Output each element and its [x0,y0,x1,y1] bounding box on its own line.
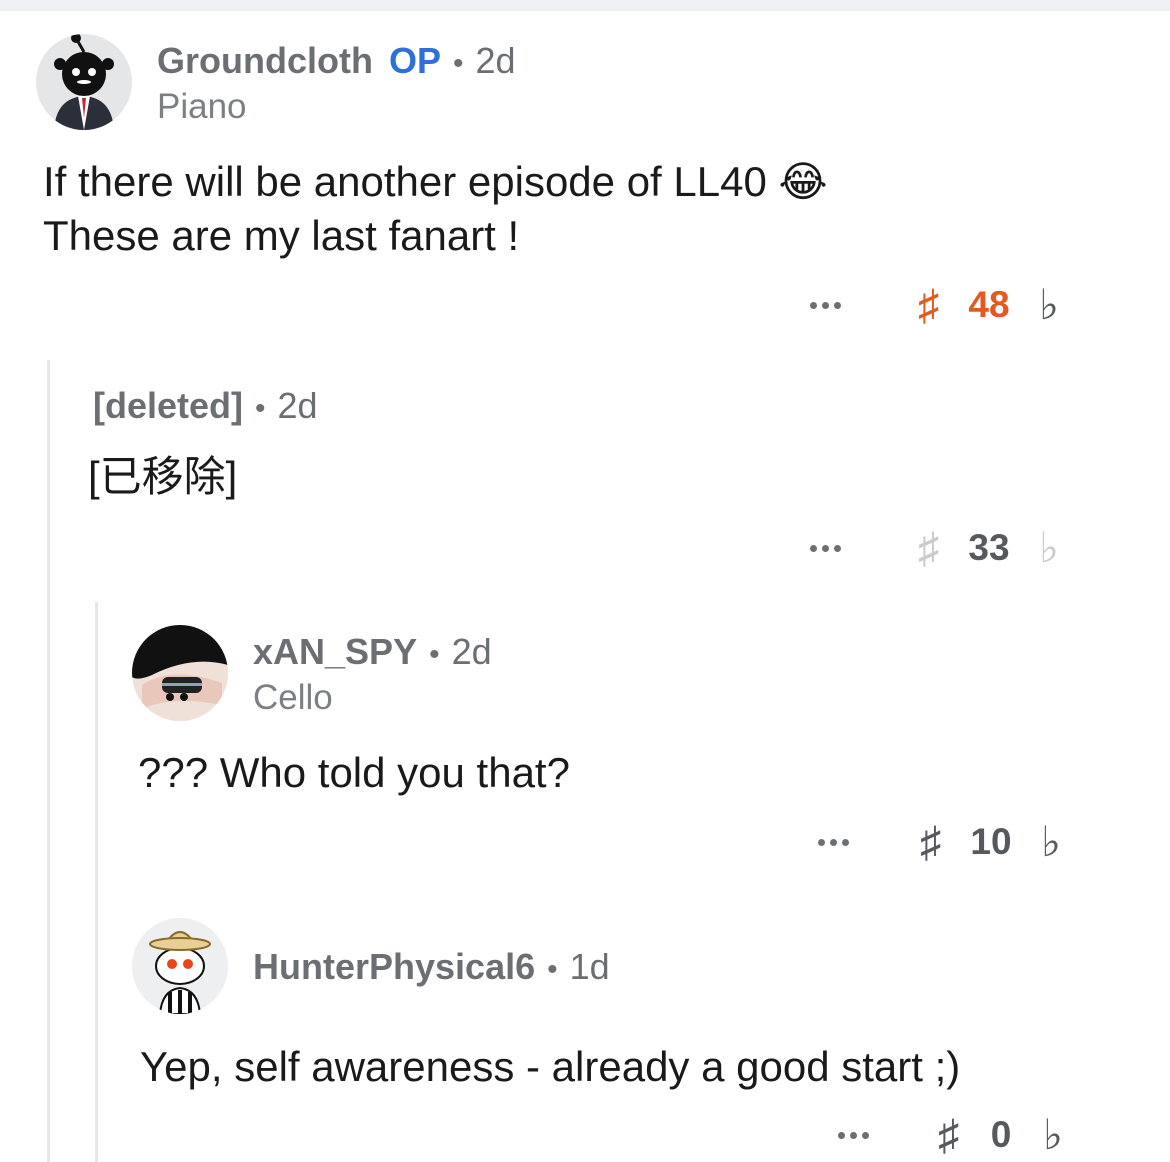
username[interactable]: HunterPhysical6 [253,946,535,988]
timestamp: 2d [451,631,492,672]
avatar[interactable] [132,918,228,1014]
timestamp: 1d [569,946,610,987]
timestamp: 2d [277,385,318,426]
top-divider [0,0,1170,11]
comment-body-line-1: If there will be another episode of LL40… [43,158,828,205]
comment-body: ??? Who told you that? [138,749,570,796]
snoo-hat-avatar-icon [149,931,211,1014]
separator-dot: • [452,47,464,80]
username[interactable]: xAN_SPY [253,631,417,673]
username[interactable]: Groundcloth [157,40,373,82]
downvote-icon[interactable]: ♭ [1043,1110,1063,1160]
vote-score: 10 [970,821,1012,862]
separator-dot: • [255,392,266,425]
comment-actions: ♯ 10 ♭ [818,817,1061,867]
upvote-icon[interactable]: ♯ [918,280,939,330]
comment-meta: [deleted] • 2d [93,385,318,427]
thread-line-level-1[interactable] [47,360,50,1162]
more-options-icon[interactable] [838,1131,898,1139]
comment-actions: ♯ 0 ♭ [838,1110,1063,1160]
snoo-avatar-icon [54,34,114,130]
downvote-icon[interactable]: ♭ [1039,280,1059,330]
more-options-icon[interactable] [810,544,870,552]
more-options-icon[interactable] [810,301,870,309]
comment-body-line-2: These are my last fanart ! [43,212,520,259]
downvote-icon[interactable]: ♭ [1041,817,1061,867]
upvote-icon[interactable]: ♯ [920,817,941,867]
comment-body: [已移除] [88,453,238,500]
comment-meta: Groundcloth OP • 2d [157,40,516,82]
op-badge: OP [388,40,441,81]
comment-meta: HunterPhysical6 • 1d [253,946,610,988]
comment-actions: ♯ 48 ♭ [810,280,1059,330]
comment-body: Yep, self awareness - already a good sta… [140,1043,961,1090]
ring-photo-avatar-icon [132,625,228,721]
avatar[interactable] [36,34,132,130]
comment-actions: ♯ 33 ♭ [810,523,1059,573]
thread-line-level-2[interactable] [95,602,98,1162]
vote-score: 0 [990,1114,1012,1155]
avatar[interactable] [132,625,228,721]
downvote-icon[interactable]: ♭ [1039,523,1059,573]
user-flair: Cello [253,678,333,717]
upvote-icon[interactable]: ♯ [918,523,939,573]
vote-score: 48 [968,284,1010,325]
vote-score: 33 [968,527,1010,568]
timestamp: 2d [475,40,516,81]
username: [deleted] [93,385,244,426]
upvote-icon[interactable]: ♯ [938,1110,959,1160]
comment-meta: xAN_SPY • 2d [253,631,492,673]
user-flair: Piano [157,87,247,126]
separator-dot: • [547,953,558,986]
more-options-icon[interactable] [818,838,878,846]
separator-dot: • [429,638,440,671]
